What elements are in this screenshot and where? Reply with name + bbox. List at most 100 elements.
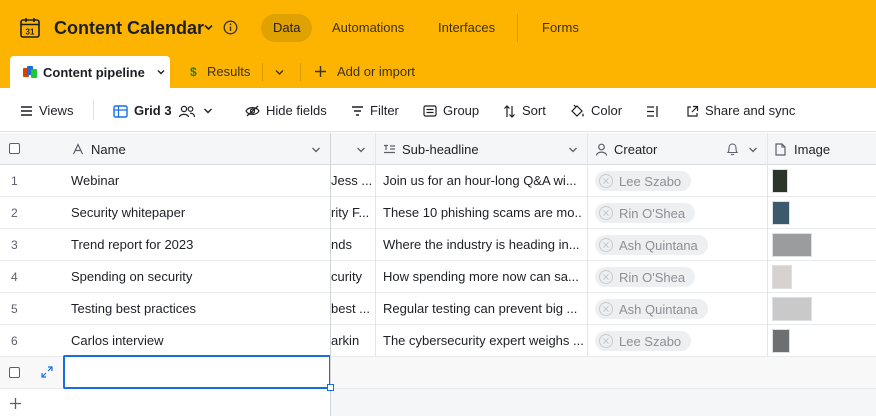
cell-partial[interactable]: rity F...	[331, 197, 374, 229]
external-link-icon	[687, 105, 699, 117]
chevron-down-icon[interactable]	[202, 105, 214, 117]
dollar-icon: $	[190, 65, 197, 79]
cell-partial[interactable]: Jess ...	[331, 165, 374, 197]
add-record-plus-icon[interactable]	[9, 397, 22, 410]
filter-button[interactable]: Filter	[351, 103, 399, 119]
creator-pill[interactable]: Ash Quintana	[595, 235, 708, 255]
plus-icon[interactable]	[314, 65, 327, 78]
chevron-down-icon[interactable]	[156, 67, 166, 77]
table-tab-content-pipeline[interactable]: Content pipeline	[10, 56, 170, 88]
column-divider	[587, 133, 588, 389]
image-thumbnail[interactable]	[772, 201, 790, 225]
column-header-sub-headline[interactable]: Sub-headline	[383, 133, 479, 165]
creator-pill[interactable]: Lee Szabo	[595, 171, 692, 191]
chevron-down-icon[interactable]	[203, 22, 214, 33]
remove-icon[interactable]	[599, 334, 613, 348]
info-icon[interactable]	[223, 20, 238, 35]
paint-bucket-icon	[571, 104, 584, 117]
cell-partial[interactable]: curity	[331, 261, 374, 293]
cell-name[interactable]: Carlos interview	[71, 325, 326, 357]
table-row[interactable]: 5 Testing best practices best ... Regular t…	[0, 293, 876, 325]
remove-icon[interactable]	[599, 270, 613, 284]
column-divider	[375, 133, 376, 389]
remove-icon[interactable]	[599, 238, 613, 252]
table-row[interactable]: 2 Security whitepaper rity F... These 10 ph…	[0, 197, 876, 229]
creator-name: Lee Szabo	[619, 333, 682, 349]
cell-sub-headline[interactable]: Join us for an hour-long Q&A wi...	[383, 165, 583, 197]
cell-partial[interactable]: best ...	[331, 293, 374, 325]
share-and-sync-button[interactable]: Share and sync	[686, 103, 795, 119]
sort-label: Sort	[522, 103, 546, 118]
tab-divider	[300, 63, 301, 81]
creator-pill[interactable]: Rin O'Shea	[595, 203, 696, 223]
calendar-day: 31	[26, 28, 35, 37]
grid-view-label: Grid 3	[134, 103, 172, 118]
column-header-name[interactable]: Name	[72, 133, 126, 165]
creator-name: Lee Szabo	[619, 173, 682, 189]
sort-icon	[504, 104, 515, 118]
grid-view-button[interactable]: Grid 3	[113, 103, 214, 119]
creator-pill[interactable]: Lee Szabo	[595, 331, 692, 351]
chevron-down-icon[interactable]	[274, 67, 285, 78]
cell-name[interactable]: Webinar	[71, 165, 326, 197]
expand-icon[interactable]	[41, 366, 53, 378]
base-title[interactable]: Content Calendar	[54, 17, 204, 39]
table-row[interactable]: 3 Trend report for 2023 nds Where the indus…	[0, 229, 876, 261]
tab-automations[interactable]: Automations	[332, 14, 404, 42]
row-number: 6	[11, 334, 18, 348]
sort-button[interactable]: Sort	[503, 103, 546, 119]
add-or-import-button[interactable]: Add or import	[337, 64, 415, 80]
views-button[interactable]: Views	[20, 103, 73, 119]
hide-fields-button[interactable]: Hide fields	[245, 103, 327, 119]
color-button[interactable]: Color	[570, 103, 622, 119]
table-row[interactable]: 4 Spending on security curity How spending …	[0, 261, 876, 293]
creator-pill[interactable]: Rin O'Shea	[595, 267, 696, 287]
chevron-down-icon[interactable]	[355, 144, 367, 156]
chevron-down-icon[interactable]	[567, 144, 579, 156]
cell-sub-headline[interactable]: Regular testing can prevent big ...	[383, 293, 583, 325]
remove-icon[interactable]	[599, 302, 613, 316]
remove-icon[interactable]	[599, 206, 613, 220]
name-cell-editor[interactable]	[63, 355, 331, 389]
cell-sub-headline[interactable]: These 10 phishing scams are mo...	[383, 197, 583, 229]
image-thumbnail[interactable]	[772, 233, 812, 257]
cell-sub-headline[interactable]: The cybersecurity expert weighs ...	[383, 325, 583, 357]
chevron-down-icon[interactable]	[747, 144, 759, 156]
image-thumbnail[interactable]	[772, 297, 812, 321]
tab-interfaces[interactable]: Interfaces	[438, 14, 495, 42]
remove-icon[interactable]	[599, 174, 613, 188]
image-thumbnail[interactable]	[772, 265, 792, 289]
group-button[interactable]: Group	[423, 103, 479, 119]
cell-partial[interactable]: arkin	[331, 325, 374, 357]
cell-sub-headline[interactable]: How spending more now can sa...	[383, 261, 583, 293]
table-row[interactable]: 1 Webinar Jess ... Join us for an hour-long…	[0, 165, 876, 197]
select-all-checkbox[interactable]	[9, 143, 20, 154]
row-checkbox[interactable]	[9, 367, 20, 378]
cell-name[interactable]: Trend report for 2023	[71, 229, 326, 261]
table-row[interactable]: 6 Carlos interview arkin The cybersecurity …	[0, 325, 876, 357]
column-header-image[interactable]: Image	[775, 133, 830, 165]
creator-pill[interactable]: Ash Quintana	[595, 299, 708, 319]
cell-name[interactable]: Testing best practices	[71, 293, 326, 325]
bell-icon[interactable]	[726, 142, 739, 156]
tab-data[interactable]: Data	[261, 14, 313, 42]
row-number: 3	[11, 238, 18, 252]
grid-icon	[113, 104, 128, 118]
grid-footer-left	[0, 389, 330, 416]
tab-forms[interactable]: Forms	[542, 14, 579, 42]
cell-name[interactable]: Security whitepaper	[71, 197, 326, 229]
row-height-button[interactable]	[646, 103, 659, 119]
fill-handle[interactable]	[327, 384, 334, 391]
cell-name[interactable]: Spending on security	[71, 261, 326, 293]
chevron-down-icon[interactable]	[310, 144, 322, 156]
image-thumbnail[interactable]	[772, 169, 788, 193]
top-divider	[517, 14, 518, 42]
column-sub-headline-label: Sub-headline	[402, 141, 479, 157]
table-tab-results[interactable]: Results	[207, 64, 250, 80]
column-header-creator[interactable]: Creator	[595, 133, 657, 165]
column-name-label: Name	[91, 141, 126, 157]
collaborators-icon	[178, 105, 195, 117]
cell-sub-headline[interactable]: Where the industry is heading in...	[383, 229, 583, 261]
image-thumbnail[interactable]	[772, 329, 790, 353]
cell-partial[interactable]: nds	[331, 229, 374, 261]
